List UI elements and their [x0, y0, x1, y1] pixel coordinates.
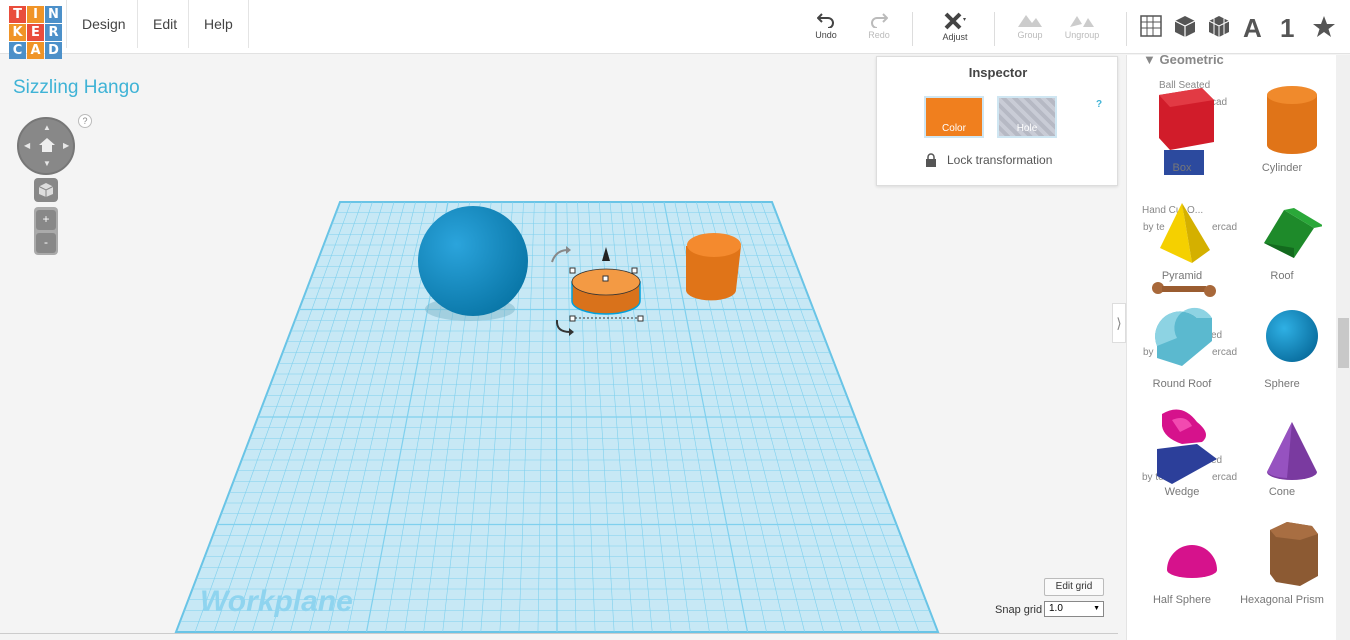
hexagonal-prism-thumbnail — [1270, 522, 1318, 586]
logo-letter: K — [9, 24, 26, 41]
star-icon[interactable] — [1312, 15, 1336, 44]
divider — [994, 12, 995, 46]
workplane-grid[interactable] — [174, 201, 940, 633]
wedge-thumbnail — [1157, 409, 1217, 484]
shape-round-roof[interactable]: Round Roof — [1132, 296, 1232, 396]
ungroup-icon — [1070, 16, 1094, 27]
wireframe-shapes-icon[interactable] — [1207, 14, 1231, 43]
collapse-panel-button[interactable]: ⟩ — [1112, 303, 1126, 343]
menu-edit[interactable]: Edit — [137, 0, 192, 48]
lock-transformation-toggle[interactable]: Lock transformation — [925, 153, 1052, 167]
logo-letter: N — [45, 6, 62, 23]
divider — [912, 12, 913, 46]
shape-label: Round Roof — [1152, 378, 1212, 390]
shape-label: Cone — [1268, 486, 1296, 498]
menu-design[interactable]: Design — [66, 0, 141, 48]
round-roof-thumbnail — [1155, 307, 1212, 366]
resize-handle[interactable] — [569, 267, 576, 274]
snap-grid-select[interactable]: 1.0 — [1044, 601, 1104, 617]
shape-cylinder[interactable]: Cylinder — [1232, 80, 1332, 180]
resize-handle[interactable] — [602, 275, 609, 282]
box-thumbnail — [1159, 88, 1214, 175]
logo-letter: I — [27, 6, 44, 23]
group-label: Group — [1017, 30, 1043, 40]
cone-thumbnail — [1267, 422, 1317, 480]
shape-label: Hexagonal Prism — [1240, 594, 1324, 606]
color-swatch-button[interactable]: Color — [924, 96, 984, 138]
undo-icon — [817, 13, 834, 28]
shape-cone[interactable]: Cone — [1232, 404, 1332, 504]
section-title: Geometric — [1159, 55, 1224, 67]
sphere-object[interactable] — [418, 206, 528, 316]
resize-handle[interactable] — [637, 315, 644, 322]
half-sphere-thumbnail — [1167, 545, 1217, 578]
text-shapes-icon[interactable]: A — [1243, 13, 1262, 44]
shape-label: Wedge — [1164, 486, 1200, 498]
sphere-thumbnail — [1266, 310, 1318, 362]
shape-sphere[interactable]: Sphere — [1232, 296, 1332, 396]
tinkercad-logo[interactable]: T I N K E R C A D — [9, 6, 63, 60]
redo-label: Redo — [868, 30, 890, 40]
edit-grid-button[interactable]: Edit grid — [1044, 578, 1104, 596]
shape-label: Half Sphere — [1152, 594, 1212, 606]
cylinder-thumbnail — [1267, 86, 1317, 154]
triangle-down-icon: ▼ — [1143, 55, 1160, 67]
color-label: Color — [942, 123, 966, 134]
menu-help[interactable]: Help — [188, 0, 249, 48]
group-button[interactable]: Group — [1005, 12, 1055, 40]
divider — [1126, 12, 1127, 46]
basic-shapes-icon[interactable] — [1173, 14, 1197, 43]
shape-label: Box — [1172, 162, 1192, 174]
shape-half-sphere[interactable]: Half Sphere — [1132, 512, 1232, 612]
group-icon — [1018, 15, 1042, 27]
roof-thumbnail — [1264, 208, 1322, 258]
shape-pyramid[interactable]: Pyramid — [1132, 188, 1232, 297]
hole-label: Hole — [1016, 123, 1038, 134]
adjust-button[interactable]: Adjust — [930, 12, 980, 42]
section-header-geometric[interactable]: ▼ Geometric — [1143, 55, 1224, 67]
shapes-panel: ▼ Geometric Ball Seated cad Box Cylinder… — [1126, 55, 1336, 640]
chevron-right-icon: ⟩ — [1116, 315, 1122, 331]
divider — [0, 633, 1118, 634]
shape-label: Roof — [1270, 270, 1294, 282]
lock-label: Lock transformation — [947, 153, 1053, 167]
shape-wedge[interactable]: Wedge — [1132, 404, 1232, 504]
redo-button[interactable]: Redo — [854, 12, 904, 40]
inspector-title: Inspector — [968, 65, 1028, 80]
workplane-label: Workplane — [200, 585, 353, 618]
inspector-help-link[interactable]: ? — [1096, 99, 1102, 110]
ungroup-button[interactable]: Ungroup — [1057, 12, 1107, 40]
shape-label: Cylinder — [1261, 162, 1303, 174]
resize-handle[interactable] — [569, 315, 576, 322]
resize-handle[interactable] — [631, 267, 638, 274]
logo-letter: R — [45, 24, 62, 41]
lock-icon — [926, 153, 936, 167]
undo-button[interactable]: Undo — [801, 12, 851, 40]
adjust-label: Adjust — [942, 32, 968, 42]
undo-label: Undo — [815, 30, 837, 40]
logo-letter: T — [9, 6, 26, 23]
shape-hexagonal-prism[interactable]: Hexagonal Prism — [1232, 512, 1332, 612]
pyramid-thumbnail — [1160, 203, 1210, 263]
cylinder-object[interactable] — [686, 233, 741, 301]
shape-roof[interactable]: Roof — [1232, 188, 1332, 288]
shape-box[interactable]: Box — [1132, 80, 1232, 180]
shape-label: Sphere — [1264, 378, 1300, 390]
snap-grid-label: Snap grid — [995, 604, 1043, 616]
inspector-panel: Inspector Color Hole ? Lock transformati… — [876, 56, 1118, 186]
number-shapes-icon[interactable]: 1 — [1280, 13, 1294, 44]
ungroup-label: Ungroup — [1064, 30, 1100, 40]
top-bar: T I N K E R C A D Design Edit Help Undo … — [0, 0, 1350, 59]
logo-letter: E — [27, 24, 44, 41]
adjust-icon — [944, 12, 966, 30]
workplane-view-icon[interactable] — [1139, 14, 1163, 43]
redo-icon — [871, 13, 888, 28]
hole-button[interactable]: Hole — [997, 96, 1057, 138]
scrollbar-thumb[interactable] — [1338, 318, 1349, 368]
